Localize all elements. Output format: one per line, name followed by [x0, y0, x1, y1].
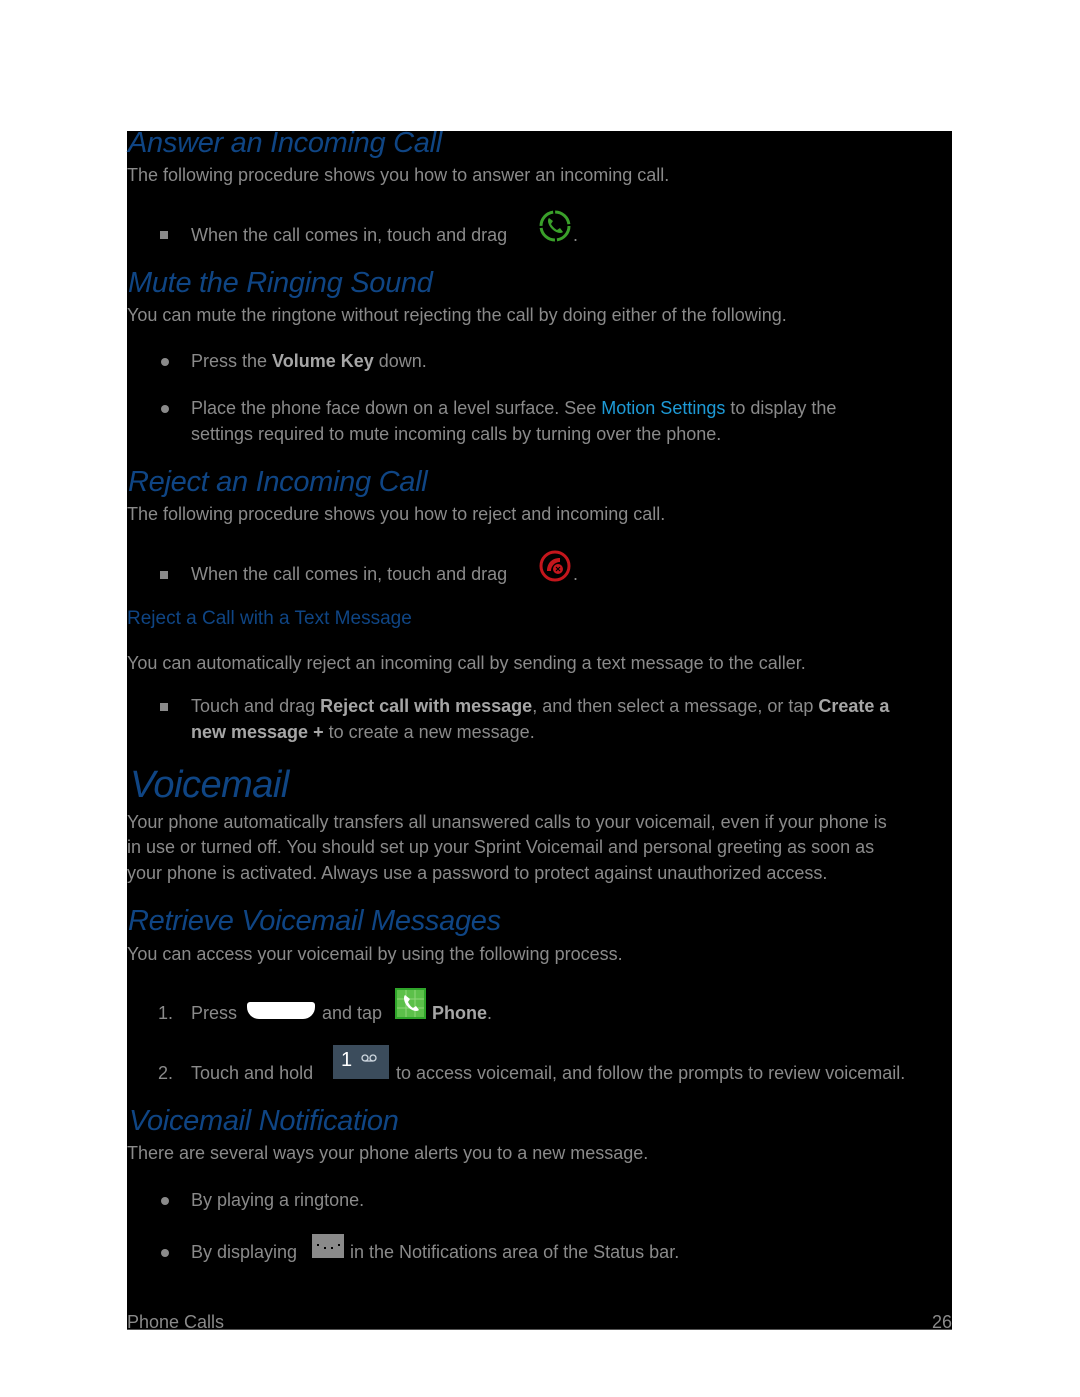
- voicemail-line-1: Your phone automatically transfers all u…: [127, 812, 887, 832]
- heading-reject-with-text: Reject a Call with a Text Message: [127, 608, 412, 629]
- text: Press the: [191, 351, 273, 371]
- retrieve-intro: You can access your voicemail by using t…: [127, 944, 623, 964]
- bullet-dot: [161, 1249, 169, 1257]
- bold-text: Volume Key: [272, 351, 374, 371]
- bullet-dot: [161, 1197, 169, 1205]
- reject-call-icon: [539, 550, 571, 582]
- notification-item-display-post: in the Notifications area of the Status …: [350, 1242, 680, 1262]
- bullet-dot: [161, 405, 169, 413]
- notification-item-ringtone: By playing a ringtone.: [191, 1190, 365, 1210]
- heading-reject-incoming-call: Reject an Incoming Call: [128, 466, 428, 498]
- retrieve-step2-touch-hold: Touch and hold: [191, 1063, 314, 1083]
- answer-intro: The following procedure shows you how to…: [127, 165, 670, 185]
- notification-intro: There are several ways your phone alerts…: [127, 1143, 649, 1163]
- notification-item-display-pre: By displaying: [191, 1242, 298, 1262]
- heading-answer-incoming-call: Answer an Incoming Call: [128, 127, 442, 159]
- voicemail-line-3: your phone is activated. Always use a pa…: [127, 863, 828, 883]
- icon-dot: [324, 1247, 326, 1249]
- answer-step: When the call comes in, touch and drag: [191, 225, 507, 246]
- text: Touch and drag: [191, 696, 321, 716]
- bold-text: Phone: [432, 1003, 488, 1023]
- step-number: 1.: [158, 1003, 174, 1023]
- mute-item-volume-key: Press the Volume Key down.: [191, 351, 427, 372]
- heading-mute-ringing-sound: Mute the Ringing Sound: [128, 267, 433, 299]
- answer-call-icon: [539, 210, 571, 242]
- bullet-square: [160, 703, 168, 711]
- mute-item-face-down: Place the phone face down on a level sur…: [191, 398, 836, 419]
- home-key-icon: [247, 1002, 315, 1019]
- icon-dot: [331, 1247, 333, 1249]
- bullet-square: [160, 231, 168, 239]
- footer-chapter: Phone Calls: [127, 1312, 225, 1332]
- voicemail-symbol-icon: [361, 1054, 377, 1062]
- voicemail-key-icon: 1: [333, 1045, 389, 1079]
- voicemail-status-icon: [312, 1234, 344, 1258]
- text: .: [487, 1003, 493, 1023]
- answer-step-suffix: .: [573, 225, 579, 245]
- reject-text-step-line2: new message + to create a new message.: [191, 722, 535, 743]
- key-digit: 1: [341, 1049, 353, 1071]
- icon-dot: [317, 1244, 319, 1246]
- retrieve-step1-phone: Phone.: [432, 1003, 492, 1024]
- phone-app-icon: [395, 988, 426, 1019]
- motion-settings-link[interactable]: Motion Settings: [601, 398, 725, 418]
- icon-dot: [338, 1244, 340, 1246]
- reject-intro: The following procedure shows you how to…: [127, 504, 666, 524]
- footer-page-number: 26: [931, 1312, 952, 1332]
- reject-text-intro: You can automatically reject an incoming…: [127, 653, 806, 673]
- answer-step-text: When the call comes in, touch and drag: [191, 225, 508, 245]
- voicemail-line-2: in use or turned off. You should set up …: [127, 837, 875, 857]
- step-number: 2.: [158, 1063, 174, 1083]
- mute-item-face-down-line2: settings required to mute incoming calls…: [191, 424, 722, 444]
- heading-retrieve-voicemail: Retrieve Voicemail Messages: [128, 905, 501, 937]
- bold-text: Reject call with message: [320, 696, 533, 716]
- text: to create a new message.: [323, 722, 535, 742]
- text: , and then select a message, or tap: [532, 696, 819, 716]
- text: Place the phone face down on a level sur…: [191, 398, 602, 418]
- mute-intro: You can mute the ringtone without reject…: [127, 305, 787, 325]
- reject-text-step: Touch and drag Reject call with message,…: [191, 696, 889, 717]
- retrieve-step1-press: Press: [191, 1003, 238, 1023]
- retrieve-step1-and-tap: and tap: [322, 1003, 383, 1023]
- text: down.: [373, 351, 427, 371]
- document-page: Answer an Incoming Call The following pr…: [127, 127, 952, 1332]
- bullet-square: [160, 571, 168, 579]
- heading-voicemail-notification: Voicemail Notification: [129, 1105, 399, 1137]
- text: to display the: [725, 398, 837, 418]
- bold-text: new message +: [191, 722, 324, 742]
- reject-step-suffix: .: [573, 564, 579, 584]
- bold-text: Create a: [818, 696, 890, 716]
- reject-step: When the call comes in, touch and drag: [191, 564, 508, 584]
- heading-voicemail: Voicemail: [130, 764, 289, 806]
- bullet-dot: [161, 358, 169, 366]
- retrieve-step2-rest: to access voicemail, and follow the prom…: [396, 1063, 906, 1083]
